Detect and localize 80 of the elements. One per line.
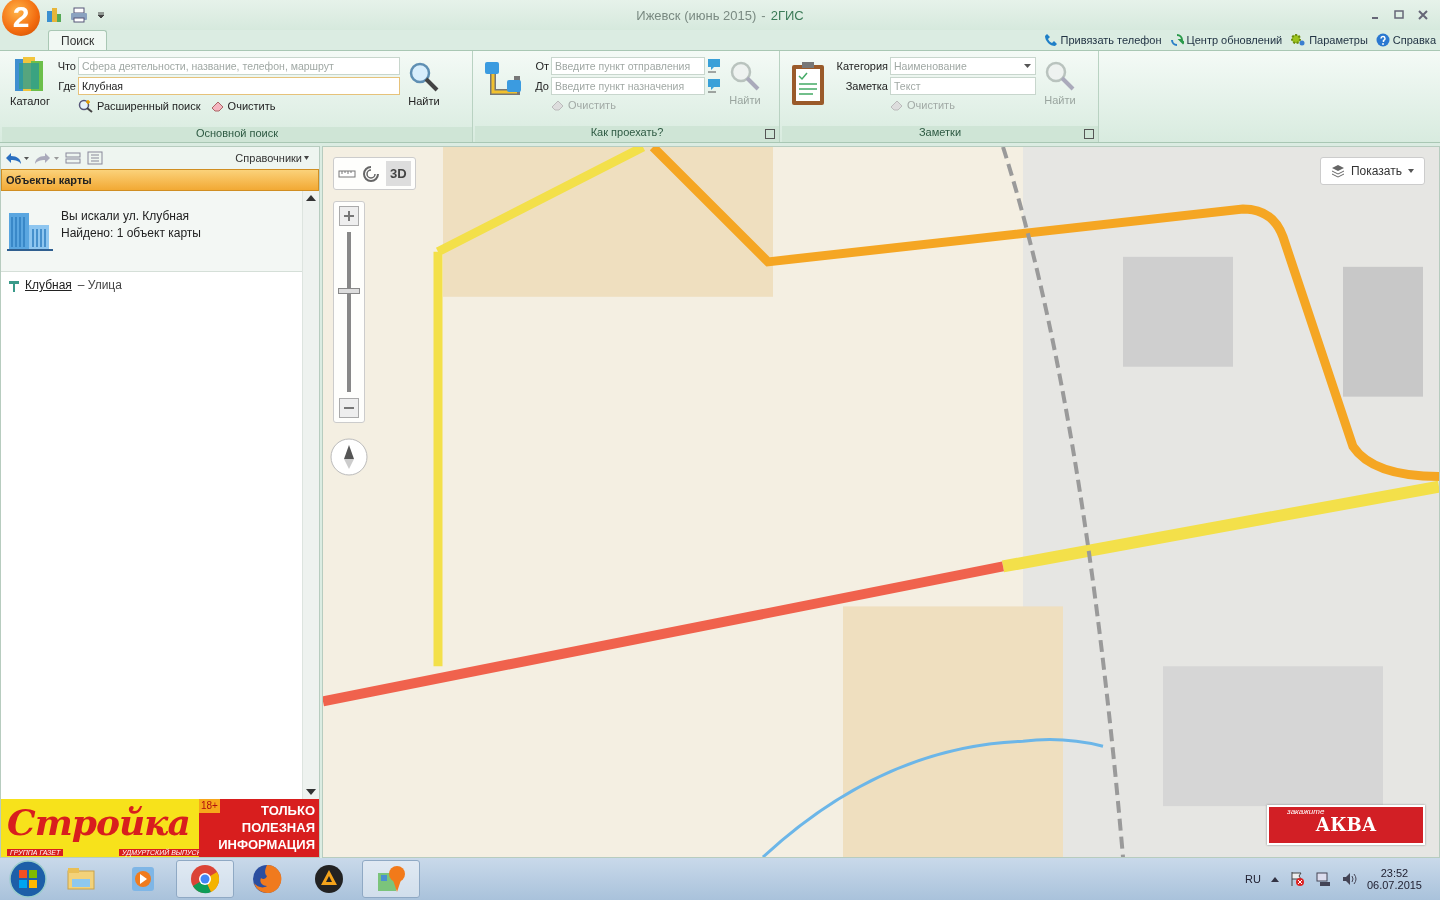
- eraser-icon: [551, 99, 565, 111]
- result-type: – Улица: [77, 278, 122, 292]
- radius-icon[interactable]: [362, 164, 380, 183]
- app-name: 2ГИС: [770, 7, 804, 23]
- result-link[interactable]: Клубная: [25, 278, 72, 292]
- field-label: Категория: [835, 60, 888, 72]
- advert-banner[interactable]: закажите АКВА: [1267, 805, 1425, 846]
- header-link[interactable]: Справка: [1392, 34, 1436, 46]
- show-hidden-icon[interactable]: [1270, 876, 1279, 883]
- back-icon[interactable]: [5, 151, 29, 165]
- settings-icon[interactable]: [1290, 33, 1307, 47]
- title-separator: -: [761, 7, 766, 23]
- field-label: От: [534, 60, 549, 72]
- window-title: Ижевск (июнь 2015): [636, 7, 757, 23]
- catalog-button[interactable]: Каталог: [6, 55, 54, 127]
- flag-icon[interactable]: [1288, 871, 1305, 888]
- ribbon-tab[interactable]: Поиск: [48, 30, 108, 50]
- street-sign-icon: [9, 278, 19, 292]
- print-icon[interactable]: [70, 7, 88, 23]
- search-icon: [1044, 60, 1076, 92]
- clear-button[interactable]: Очистить: [210, 100, 276, 112]
- network-icon[interactable]: [1314, 871, 1331, 888]
- group-title: Основной поиск: [196, 127, 278, 139]
- zoom-thumb[interactable]: [338, 288, 360, 295]
- help-icon[interactable]: [1375, 33, 1390, 47]
- layers-icon: [1331, 164, 1345, 178]
- compass-icon[interactable]: [329, 437, 369, 477]
- header-link[interactable]: Центр обновлений: [1186, 34, 1283, 46]
- advert-slogan: ТОЛЬКО ПОЛЕЗНАЯ ИНФОРМАЦИЯ: [218, 802, 315, 854]
- clock-time[interactable]: 23:52: [1380, 867, 1409, 880]
- directories-menu[interactable]: Справочники: [229, 151, 315, 165]
- field-label: Где: [57, 80, 76, 92]
- field-label: Заметка: [844, 80, 888, 92]
- search-icon: [729, 60, 761, 92]
- advert-brand: АКВА: [1315, 816, 1377, 835]
- language-indicator[interactable]: RU: [1245, 873, 1261, 886]
- group-title: Заметки: [918, 126, 962, 138]
- find-button[interactable]: Найти: [400, 55, 444, 127]
- caret-icon: [1024, 64, 1031, 68]
- refresh-icon[interactable]: [1169, 33, 1184, 47]
- group-title: Как проехать?: [590, 126, 664, 138]
- show-layers-button[interactable]: Показать: [1320, 157, 1425, 185]
- advanced-search-button[interactable]: Расширенный поиск: [78, 99, 201, 113]
- dropdown-arrow-icon[interactable]: [96, 10, 106, 20]
- launcher-icon[interactable]: [765, 129, 775, 139]
- 3d-button[interactable]: 3D: [386, 161, 411, 186]
- search-plus-icon: [78, 99, 94, 113]
- browser-icon: [251, 863, 283, 896]
- clock-date[interactable]: 06.07.2015: [1366, 879, 1422, 892]
- phone-icon[interactable]: [1043, 33, 1058, 47]
- scrollbar[interactable]: [302, 191, 319, 800]
- browser-icon: [189, 863, 221, 896]
- caret-icon: [1408, 169, 1414, 173]
- header-link[interactable]: Параметры: [1309, 34, 1368, 46]
- eraser-icon: [210, 100, 225, 112]
- plus-icon: [344, 211, 354, 221]
- clipboard-icon: [790, 60, 826, 106]
- search-summary: Вы искали ул. Клубная: [61, 209, 191, 223]
- zoom-in-button[interactable]: [339, 206, 359, 226]
- media-player-icon: [313, 863, 345, 896]
- input-field[interactable]: Сфера деятельности, название, телефон, маршрут: [78, 57, 400, 75]
- search-summary: Найдено: 1 объект карты: [61, 226, 201, 240]
- field-label: До: [534, 80, 549, 92]
- input-field[interactable]: Клубная: [78, 77, 400, 95]
- zoom-out-button[interactable]: [339, 398, 359, 418]
- close-icon[interactable]: [1418, 10, 1428, 20]
- launcher-icon[interactable]: [1084, 129, 1094, 139]
- advert-brand: Стройка: [6, 800, 190, 846]
- maximize-icon[interactable]: [1394, 10, 1404, 20]
- age-rating: 18+: [199, 799, 220, 814]
- search-icon[interactable]: [408, 61, 440, 93]
- start-button[interactable]: [8, 859, 48, 900]
- ruler-icon[interactable]: [338, 168, 356, 179]
- caret-icon: [304, 156, 309, 160]
- panel-header: Объекты карты: [6, 174, 92, 186]
- advert-caption: закажите: [1286, 807, 1325, 817]
- rows-icon[interactable]: [65, 152, 81, 164]
- field-label: Что: [56, 60, 76, 72]
- header-link[interactable]: Привязать телефон: [1060, 34, 1162, 46]
- eraser-icon: [890, 99, 904, 111]
